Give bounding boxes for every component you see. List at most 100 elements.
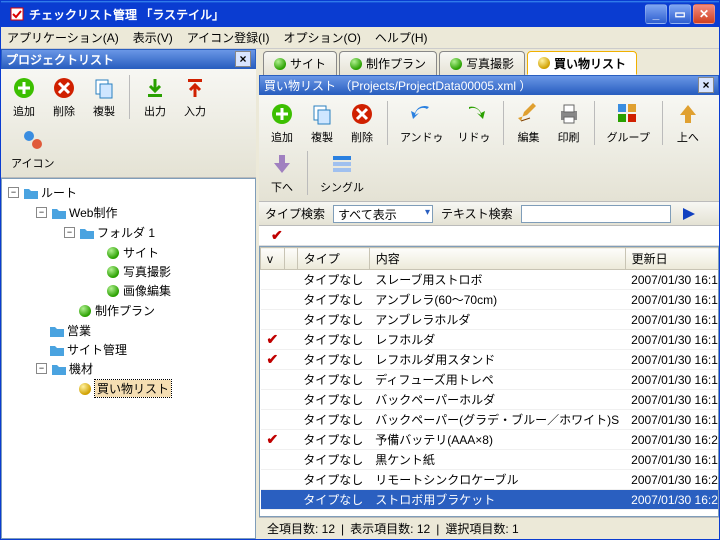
col-check[interactable]: v (261, 248, 285, 270)
app-window: チェックリスト管理 「ラステイル」 _ ▭ ✕ アプリケーション(A) 表示(V… (0, 0, 720, 540)
text-search-label: テキスト検索 (441, 205, 513, 222)
check-icon: ✔ (267, 431, 279, 447)
cell-type: タイプなし (297, 330, 369, 350)
tree-sales[interactable]: 営業 (67, 322, 91, 339)
edit-button[interactable]: 編集 (510, 99, 548, 147)
panel-title: 買い物リスト （Projects/ProjectData00005.xml ） (264, 77, 531, 94)
tree-plan[interactable]: 制作プラン (95, 302, 155, 319)
close-button[interactable]: ✕ (693, 4, 715, 24)
cell-updated: 2007/01/30 16:17:19 (625, 390, 719, 410)
text-search-input[interactable] (521, 205, 671, 223)
cell-updated: 2007/01/30 16:20:26 (625, 490, 719, 510)
table-row[interactable]: タイプなしバックペーパー(グラデ・ブルー／ホワイト)S2007/01/30 16… (261, 410, 720, 430)
folder-icon (51, 205, 67, 221)
tab-site[interactable]: サイト (263, 51, 337, 75)
cell-content: リモートシンクロケーブル (369, 470, 625, 490)
tree-root[interactable]: ルート (41, 184, 77, 201)
table-row[interactable]: ✔タイプなしレフホルダ用スタンド2007/01/30 16:16:23 (261, 350, 720, 370)
table-row[interactable]: タイプなしバックペーパーホルダ2007/01/30 16:17:19 (261, 390, 720, 410)
cell-updated: 2007/01/30 16:18:39 (625, 330, 719, 350)
tree-photo[interactable]: 写真撮影 (123, 263, 171, 280)
menu-help[interactable]: ヘルプ(H) (375, 29, 428, 46)
tabbar: サイト 制作プラン 写真撮影 買い物リスト (259, 49, 719, 75)
tree-folder1[interactable]: フォルダ 1 (97, 224, 155, 241)
move-down-button[interactable]: 下へ (263, 149, 301, 197)
cell-updated: 2007/01/30 16:20:13 (625, 470, 719, 490)
project-list-close-button[interactable]: × (235, 51, 251, 67)
table-row[interactable]: タイプなしストロボ用ブラケット2007/01/30 16:20:26 (261, 490, 720, 510)
panel-close-button[interactable]: × (698, 77, 714, 93)
tab-photo[interactable]: 写真撮影 (439, 51, 525, 75)
item-grid[interactable]: v タイプ 内容 更新日 タイプなしスレーブ用ストロボ2007/01/30 16… (259, 246, 719, 517)
cell-type: タイプなし (297, 370, 369, 390)
single-button[interactable]: シングル (314, 149, 370, 197)
menu-icon[interactable]: アイコン登録(I) (187, 29, 270, 46)
tree-image[interactable]: 画像編集 (123, 282, 171, 299)
minimize-button[interactable]: _ (645, 4, 667, 24)
cell-type: タイプなし (297, 490, 369, 510)
col-type[interactable]: タイプ (297, 248, 369, 270)
menu-option[interactable]: オプション(O) (284, 29, 361, 46)
tab-plan[interactable]: 制作プラン (339, 51, 437, 75)
maximize-button[interactable]: ▭ (669, 4, 691, 24)
main-pane: サイト 制作プラン 写真撮影 買い物リスト 買い物リスト （Projects/P… (259, 49, 719, 539)
tree-collapse-icon[interactable]: − (8, 187, 19, 198)
project-delete-button[interactable]: 削除 (45, 73, 83, 121)
table-row[interactable]: タイプなしスレーブ用ストロボ2007/01/30 16:15:04 (261, 270, 720, 290)
table-row[interactable]: ✔タイプなし予備バッテリ(AAA×8)2007/01/30 16:21:05 (261, 430, 720, 450)
tree-collapse-icon[interactable]: − (36, 363, 47, 374)
tree-collapse-icon[interactable]: − (36, 207, 47, 218)
cell-content: スレーブ用ストロボ (369, 270, 625, 290)
cell-type: タイプなし (297, 430, 369, 450)
menu-view[interactable]: 表示(V) (133, 29, 173, 46)
project-export-button[interactable]: 出力 (136, 73, 174, 121)
tree-collapse-icon[interactable]: − (64, 227, 75, 238)
table-row[interactable]: タイプなしディフューズ用トレペ2007/01/30 16:16:57 (261, 370, 720, 390)
item-add-button[interactable]: 追加 (263, 99, 301, 147)
table-row[interactable]: タイプなしリモートシンクロケーブル2007/01/30 16:20:13 (261, 470, 720, 490)
col-content[interactable]: 内容 (369, 248, 625, 270)
check-filter-icon[interactable]: ✔ (271, 227, 283, 244)
print-button[interactable]: 印刷 (550, 99, 588, 147)
tree-equip[interactable]: 機材 (69, 360, 93, 377)
folder-icon (79, 225, 95, 241)
table-row[interactable]: ✔タイプなしレフホルダ2007/01/30 16:18:39 (261, 330, 720, 350)
project-add-button[interactable]: 追加 (5, 73, 43, 121)
tree-web[interactable]: Web制作 (69, 204, 117, 221)
check-filter-bar: ✔ (259, 226, 719, 246)
app-icon (9, 6, 25, 22)
table-row[interactable]: タイプなし黒ケント紙2007/01/30 16:19:46 (261, 450, 720, 470)
cell-content: レフホルダ用スタンド (369, 350, 625, 370)
menu-application[interactable]: アプリケーション(A) (7, 29, 119, 46)
redo-button[interactable]: リドゥ (452, 99, 497, 147)
table-row[interactable]: タイプなしアンブレラホルダ2007/01/30 16:15:23 (261, 310, 720, 330)
project-icon-button[interactable]: アイコン (5, 125, 60, 173)
tree-shopping[interactable]: 買い物リスト (95, 380, 171, 397)
status-bar: 全項目数: 12 | 表示項目数: 12 | 選択項目数: 1 (259, 517, 719, 539)
cell-content: 予備バッテリ(AAA×8) (369, 430, 625, 450)
grid-header-row: v タイプ 内容 更新日 (261, 248, 720, 270)
project-import-button[interactable]: 入力 (176, 73, 214, 121)
window-title: チェックリスト管理 「ラステイル」 (29, 6, 224, 23)
col-updated[interactable]: 更新日 (625, 248, 719, 270)
project-duplicate-button[interactable]: 複製 (85, 73, 123, 121)
tree-site[interactable]: サイト (123, 244, 159, 261)
type-search-combo[interactable]: すべて表示 (333, 205, 433, 223)
cell-type: タイプなし (297, 410, 369, 430)
project-toolbar: 追加 削除 複製 出力 入力 アイコン (1, 69, 256, 178)
tree-siteadmin[interactable]: サイト管理 (67, 341, 127, 358)
search-go-button[interactable] (679, 205, 697, 223)
tab-shopping[interactable]: 買い物リスト (527, 51, 637, 75)
ball-icon (274, 58, 286, 70)
undo-button[interactable]: アンドゥ (394, 99, 450, 147)
cell-type: タイプなし (297, 350, 369, 370)
item-duplicate-button[interactable]: 複製 (303, 99, 341, 147)
group-button[interactable]: グループ (601, 99, 656, 147)
col-icon[interactable] (284, 248, 297, 270)
table-row[interactable]: タイプなしアンブレラ(60～70cm)2007/01/30 16:19:12 (261, 290, 720, 310)
project-tree[interactable]: − ルート − Web制作 − フォルダ 1 サイト 写真撮影 (1, 178, 256, 539)
panel-header: 買い物リスト （Projects/ProjectData00005.xml ） … (259, 75, 719, 95)
move-up-button[interactable]: 上へ (669, 99, 707, 147)
item-delete-button[interactable]: 削除 (343, 99, 381, 147)
cell-type: タイプなし (297, 270, 369, 290)
